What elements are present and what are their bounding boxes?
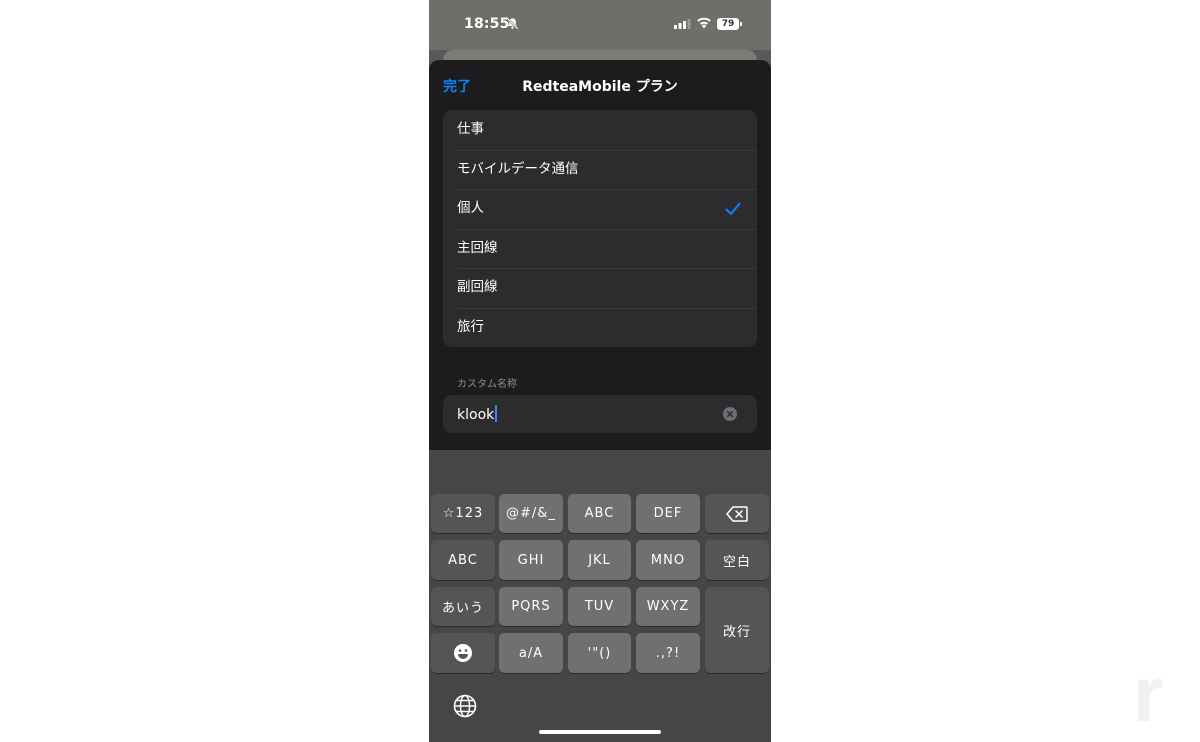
key-mno[interactable]: MNO [636,540,700,580]
option-label: 主回線 [457,239,498,256]
text-caret [495,405,498,422]
return-key[interactable]: 改行 [705,587,769,673]
option-personal[interactable]: 個人 [443,189,757,229]
watermark-logo: r [1133,650,1164,738]
key-symbols[interactable]: ☆123 [431,494,495,533]
custom-name-text: klook [457,407,495,423]
option-label: 個人 [457,200,484,216]
key-tuv[interactable]: TUV [568,587,631,626]
option-secondary[interactable]: 副回線 [443,268,757,308]
key-case[interactable]: a/A [499,633,563,673]
phone-screen: 18:55 79 完了 RedteaMobile プラン 仕事 モバイルデータ通… [429,0,771,742]
key-dots[interactable]: .,?! [636,633,700,673]
option-label: 仕事 [457,121,484,137]
status-time: 18:55 [464,16,510,32]
cellular-signal-icon [674,19,691,29]
home-indicator[interactable] [539,730,661,734]
wifi-icon [697,17,711,29]
option-mobile-data[interactable]: モバイルデータ通信 [443,149,757,190]
emoji-icon [454,644,472,662]
key-jkl[interactable]: JKL [568,540,631,580]
key-quotes[interactable]: '"() [568,633,631,673]
checkmark-icon [725,202,741,215]
option-work[interactable]: 仕事 [443,110,757,150]
delete-key[interactable] [705,494,769,533]
custom-name-value: klook [457,405,498,423]
key-pqrs[interactable]: PQRS [499,587,563,626]
delete-icon [726,505,748,522]
option-primary[interactable]: 主回線 [443,228,757,269]
key-mode-abc[interactable]: ABC [431,540,495,580]
kana-keyboard: ☆123 @#/&_ ABC DEF ABC GHI JKL MNO 空白 あい… [429,450,771,742]
key-def[interactable]: DEF [636,494,700,533]
option-label: 旅行 [457,318,484,335]
option-travel[interactable]: 旅行 [443,307,757,348]
custom-name-field[interactable]: klook [443,395,757,433]
battery-icon: 79 [717,18,739,30]
key-ghi[interactable]: GHI [499,540,563,580]
key-punct[interactable]: @#/&_ [499,494,563,533]
bell-slash-icon [506,17,519,30]
key-abc[interactable]: ABC [568,494,631,533]
label-options-list: 仕事 モバイルデータ通信 個人 主回線 副回線 旅行 [443,110,757,347]
sheet-title: RedteaMobile プラン [522,79,678,95]
battery-cap [740,22,742,26]
key-kana[interactable]: あいう [431,587,495,626]
clear-text-icon[interactable] [723,407,737,421]
plan-label-sheet: 完了 RedteaMobile プラン 仕事 モバイルデータ通信 個人 主回線 … [429,60,771,450]
globe-icon[interactable] [453,694,477,718]
key-wxyz[interactable]: WXYZ [636,587,700,626]
option-label: 副回線 [457,279,498,295]
option-label: モバイルデータ通信 [457,160,579,177]
space-key[interactable]: 空白 [705,540,769,580]
status-bar: 18:55 79 [429,0,771,50]
emoji-key[interactable] [431,633,495,673]
custom-name-label: カスタム名称 [457,379,517,390]
